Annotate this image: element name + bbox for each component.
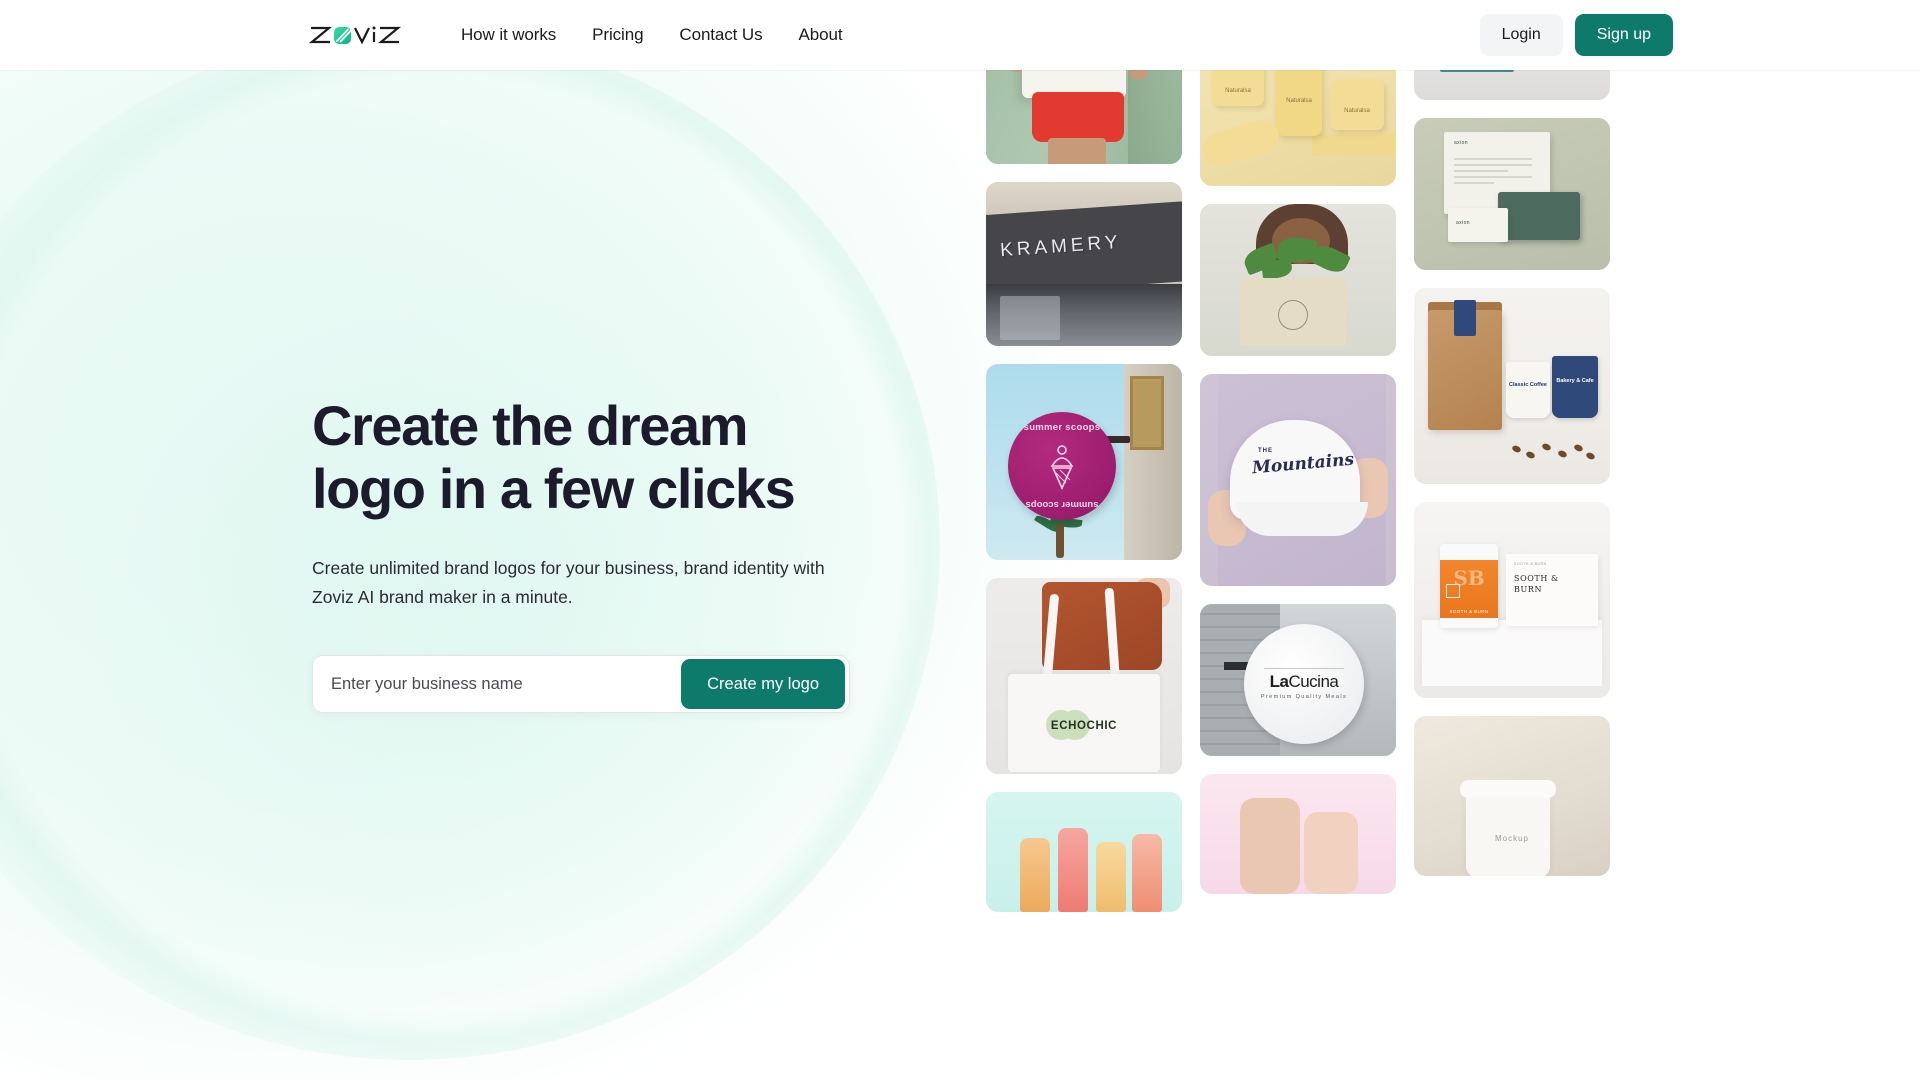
business-name-form: Create my logo bbox=[312, 655, 850, 714]
gallery-item-soft-gradient-mockup[interactable] bbox=[1200, 774, 1396, 894]
gallery-item-juice-bottles-mockup[interactable] bbox=[986, 792, 1182, 912]
business-name-input[interactable] bbox=[317, 660, 682, 709]
bakery-cafe-cup-label: Bakery & Cafe bbox=[1556, 378, 1594, 384]
axion-business-card-logo: axion bbox=[1456, 220, 1470, 226]
sooth-burn-jar-text: SOOTH & BURN bbox=[1449, 609, 1489, 614]
zoviz-logo[interactable] bbox=[309, 20, 409, 50]
mountains-cap-small-text: THE bbox=[1258, 448, 1273, 454]
lacucina-sign-text: LaCucina bbox=[1269, 672, 1339, 691]
gallery-item-echochic-tote-bag[interactable]: ECHOCHIC bbox=[986, 578, 1182, 774]
sooth-burn-card-small-text: SOOTH & BURN bbox=[1514, 562, 1547, 566]
landing-page: How it works Pricing Contact Us About Lo… bbox=[0, 0, 1920, 1080]
logo-mockup-gallery: LIFEGUARD KRAMERY summer scoops bbox=[986, 0, 1920, 1080]
ice-cream-cone-icon bbox=[1050, 445, 1074, 490]
nav-item-about[interactable]: About bbox=[781, 17, 861, 53]
gallery-item-the-mountains-cap[interactable]: THE Mountains bbox=[1200, 374, 1396, 586]
gallery-item-classic-coffee-packaging[interactable]: Classic Coffee Bakery & Cafe bbox=[1414, 288, 1610, 484]
create-logo-button[interactable]: Create my logo bbox=[681, 659, 845, 710]
nav-item-how-it-works[interactable]: How it works bbox=[443, 17, 574, 53]
naturalsa-label-b: Naturalsa bbox=[1286, 98, 1312, 104]
sooth-burn-card-text: SOOTH & BURN bbox=[1514, 574, 1559, 594]
nav-item-contact-us[interactable]: Contact Us bbox=[661, 17, 780, 53]
signup-button[interactable]: Sign up bbox=[1574, 14, 1673, 56]
login-button[interactable]: Login bbox=[1479, 14, 1563, 56]
page-title: Create the dream logo in a few clicks bbox=[312, 394, 796, 520]
gallery-item-paper-cup-apparel-mockup[interactable]: Mockup bbox=[1414, 716, 1610, 876]
gallery-item-kramery-storefront-signage[interactable]: KRAMERY bbox=[986, 182, 1182, 346]
hero-section: Create the dream logo in a few clicks Cr… bbox=[312, 394, 872, 714]
echochic-bag-text: ECHOCHIC bbox=[1050, 720, 1118, 732]
gallery-item-sooth-and-burn-candle[interactable]: SOOTH & BURN SOOTH & BURN SB SOOTH & BUR… bbox=[1414, 502, 1610, 698]
summer-scoops-bottom-text: summer scoops bbox=[1025, 499, 1099, 510]
gallery-item-axion-stationery-set[interactable]: axion axion bbox=[1414, 118, 1610, 270]
gallery-column-2: Naturalsa Naturalsa Naturalsa THE Mounta… bbox=[1200, 18, 1396, 1080]
lacucina-sign-subtext: Premium Quality Meals bbox=[1260, 694, 1348, 700]
paper-cup-mockup-text: Mockup bbox=[1494, 834, 1529, 843]
gallery-item-lacucina-circular-sign[interactable]: LaCucina Premium Quality Meals bbox=[1200, 604, 1396, 756]
hero-subheading: Create unlimited brand logos for your bu… bbox=[312, 558, 825, 607]
site-header: How it works Pricing Contact Us About Lo… bbox=[0, 0, 1920, 70]
zoviz-logo-mark bbox=[309, 26, 402, 45]
naturalsa-label-c: Naturalsa bbox=[1344, 108, 1370, 114]
nav-item-pricing[interactable]: Pricing bbox=[574, 17, 661, 53]
gallery-column-3: COFFEE BAG ROASTED COFFEE COFFEE BAG bbox=[1414, 0, 1610, 1080]
naturalsa-label-a: Naturalsa bbox=[1225, 88, 1251, 94]
axion-letterhead-logo: axion bbox=[1454, 140, 1468, 146]
main-navigation: How it works Pricing Contact Us About bbox=[443, 0, 860, 70]
header-actions: Login Sign up bbox=[1479, 14, 1673, 56]
summer-scoops-top-text: summer scoops bbox=[1023, 422, 1101, 433]
classic-coffee-cup-label: Classic Coffee bbox=[1509, 382, 1547, 388]
gallery-item-plant-shop-paper-bag[interactable] bbox=[1200, 204, 1396, 356]
gallery-item-summer-scoops-sign[interactable]: summer scoops summer scoops bbox=[986, 364, 1182, 560]
gallery-column-1: LIFEGUARD KRAMERY summer scoops bbox=[986, 0, 1182, 1080]
